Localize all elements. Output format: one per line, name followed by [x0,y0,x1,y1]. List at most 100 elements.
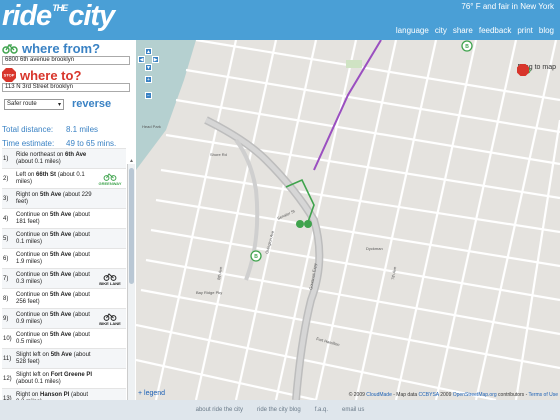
nav-language[interactable]: language [396,26,429,35]
badge-empty [98,211,122,227]
step-pre: Continue on [16,271,51,278]
logo[interactable]: rideTHEcity [2,0,115,33]
top-nav: language city share feedback print blog [396,26,554,35]
direction-step[interactable]: 4) Continue on 5th Ave (about 181 feet) [2,208,126,228]
badge-empty [98,191,122,207]
badge-empty [98,331,122,347]
to-section: STOP where to? 113 N 3rd Street brooklyn [2,68,132,92]
directions-list: 1) Ride northeast on 6th Ave (about 0.1 m… [2,148,126,420]
osm-link[interactable]: OpenStreetMap.org [453,392,497,398]
from-section: where from? 6800 6th avenue brooklyn [2,41,132,65]
zoom-in-icon[interactable]: + [145,76,152,83]
step-street: 5th Ave [50,331,72,338]
cloudmade-link[interactable]: CloudMade [366,392,392,398]
step-text: Slight left on Fort Greene Pl (about 0.1… [16,372,98,386]
direction-step[interactable]: 11) Slight left on 5th Ave (about 528 fee… [2,348,126,368]
step-street: 5th Ave [40,191,62,198]
footer-faq[interactable]: f.a.q. [315,407,328,413]
step-number: 8) [3,295,9,302]
drag-to-map: Drag to map [517,64,556,76]
terms-link[interactable]: Terms of Use [529,392,558,398]
pan-up-icon[interactable]: ▲ [145,48,152,55]
zoom-out-icon[interactable]: − [145,92,152,99]
step-pre: Continue on [16,331,51,338]
step-text: Continue on 5th Ave (about 1.9 miles) [16,252,98,266]
nav-blog[interactable]: blog [539,26,554,35]
scroll-up-icon[interactable]: ▲ [129,158,135,164]
direction-step[interactable]: 6) Continue on 5th Ave (about 1.9 miles) [2,248,126,268]
nav-share[interactable]: share [453,26,473,35]
ccbysa-link[interactable]: CCBYSA [419,392,439,398]
direction-step[interactable]: 3) Right on 5th Ave (about 229 feet) [2,188,126,208]
direction-step[interactable]: 2) Left on 66th St (about 0.1 miles) GREEN… [2,168,126,188]
step-street: Fort Greene Pl [50,371,93,378]
logo-city: city [68,0,115,32]
step-street: Hanson Pl [40,391,70,398]
step-pre: Continue on [16,231,51,238]
nav-city[interactable]: city [435,26,447,35]
step-pre: Slight left on [16,371,51,378]
badge-label: BIKE LANE [99,280,121,286]
step-number: 1) [3,155,9,162]
step-text: Continue on 5th Ave (about 0.3 miles) [16,272,98,286]
stop-sign-icon[interactable] [517,64,530,76]
direction-step[interactable]: 8) Continue on 5th Ave (about 256 feet) [2,288,126,308]
direction-step[interactable]: 10) Continue on 5th Ave (about 0.5 miles) [2,328,126,348]
bike-icon [103,272,117,281]
stop-sign-icon: STOP [2,68,16,82]
step-number: 7) [3,275,9,282]
footer-email[interactable]: email us [342,407,364,413]
weather-text: 76° F and fair in New York [461,2,554,11]
label-shore-rd: Shore Rd [210,152,227,157]
badge-empty [98,151,122,167]
step-text: Ride northeast on 6th Ave (about 0.1 mil… [16,152,98,166]
greenway-marker[interactable]: B [461,40,473,52]
direction-step[interactable]: 12) Slight left on Fort Greene Pl (about … [2,368,126,388]
direction-step[interactable]: 1) Ride northeast on 6th Ave (about 0.1 m… [2,148,126,168]
step-street: 5th Ave [50,271,72,278]
map-canvas[interactable]: B B Head Park Shore Rd Dyckman Bay Ridge… [136,40,560,400]
direction-step[interactable]: 7) Continue on 5th Ave (about 0.3 miles) B… [2,268,126,288]
label-dyckman: Dyckman [366,246,383,251]
pan-right-icon[interactable]: ▶ [152,56,159,63]
step-street: 5th Ave [50,251,72,258]
badge-empty [98,231,122,247]
distance-label: Total distance: [2,124,54,134]
route-type-value: Safer route [7,101,37,107]
from-input[interactable]: 6800 6th avenue brooklyn [2,56,130,65]
step-pre: Continue on [16,211,51,218]
badge-empty [98,351,122,367]
reverse-button[interactable]: reverse [72,98,111,110]
direction-step[interactable]: 9) Continue on 5th Ave (about 0.9 miles) B… [2,308,126,328]
step-street: 6th Ave [65,151,87,158]
start-bike-marker[interactable] [296,220,312,228]
footer-about[interactable]: about ride the city [196,407,243,413]
step-street: 5th Ave [50,351,72,358]
route-summary: Total distance: 8.1 miles Time estimate: 4… [2,122,132,150]
scroll-thumb[interactable] [129,168,134,284]
badge-label: GREENWAY [98,180,122,186]
route-type-select[interactable]: Safer route ▾ [4,98,64,110]
step-text: Continue on 5th Ave (about 256 feet) [16,292,98,306]
step-pre: Left on [16,171,37,178]
to-input[interactable]: 113 N 3rd Street brooklyn [2,83,130,92]
step-pre: Right on [16,391,41,398]
nav-print[interactable]: print [517,26,533,35]
step-street: 5th Ave [50,211,72,218]
footer-blog[interactable]: ride the city blog [257,407,301,413]
map-copyright: © 2009 CloudMade - Map data CCBYSA 2009 … [349,392,558,398]
pan-left-icon[interactable]: ◀ [138,56,145,63]
map[interactable]: B B Head Park Shore Rd Dyckman Bay Ridge… [136,40,560,400]
distance-value: 8.1 miles [66,124,99,134]
direction-step[interactable]: 5) Continue on 5th Ave (about 0.1 miles) [2,228,126,248]
where-to-label: where to? [20,67,82,83]
step-text: Continue on 5th Ave (about 0.9 miles) [16,312,98,326]
directions-scrollbar[interactable]: ▲ [127,158,135,420]
pan-down-icon[interactable]: ▼ [145,64,152,71]
legend-link[interactable]: + legend [138,390,165,397]
svg-text:B: B [254,254,258,260]
step-text: Slight left on 5th Ave (about 528 feet) [16,352,98,366]
step-text: Continue on 5th Ave (about 0.5 miles) [16,332,98,346]
greenway-marker[interactable]: B [250,250,262,262]
nav-feedback[interactable]: feedback [479,26,511,35]
